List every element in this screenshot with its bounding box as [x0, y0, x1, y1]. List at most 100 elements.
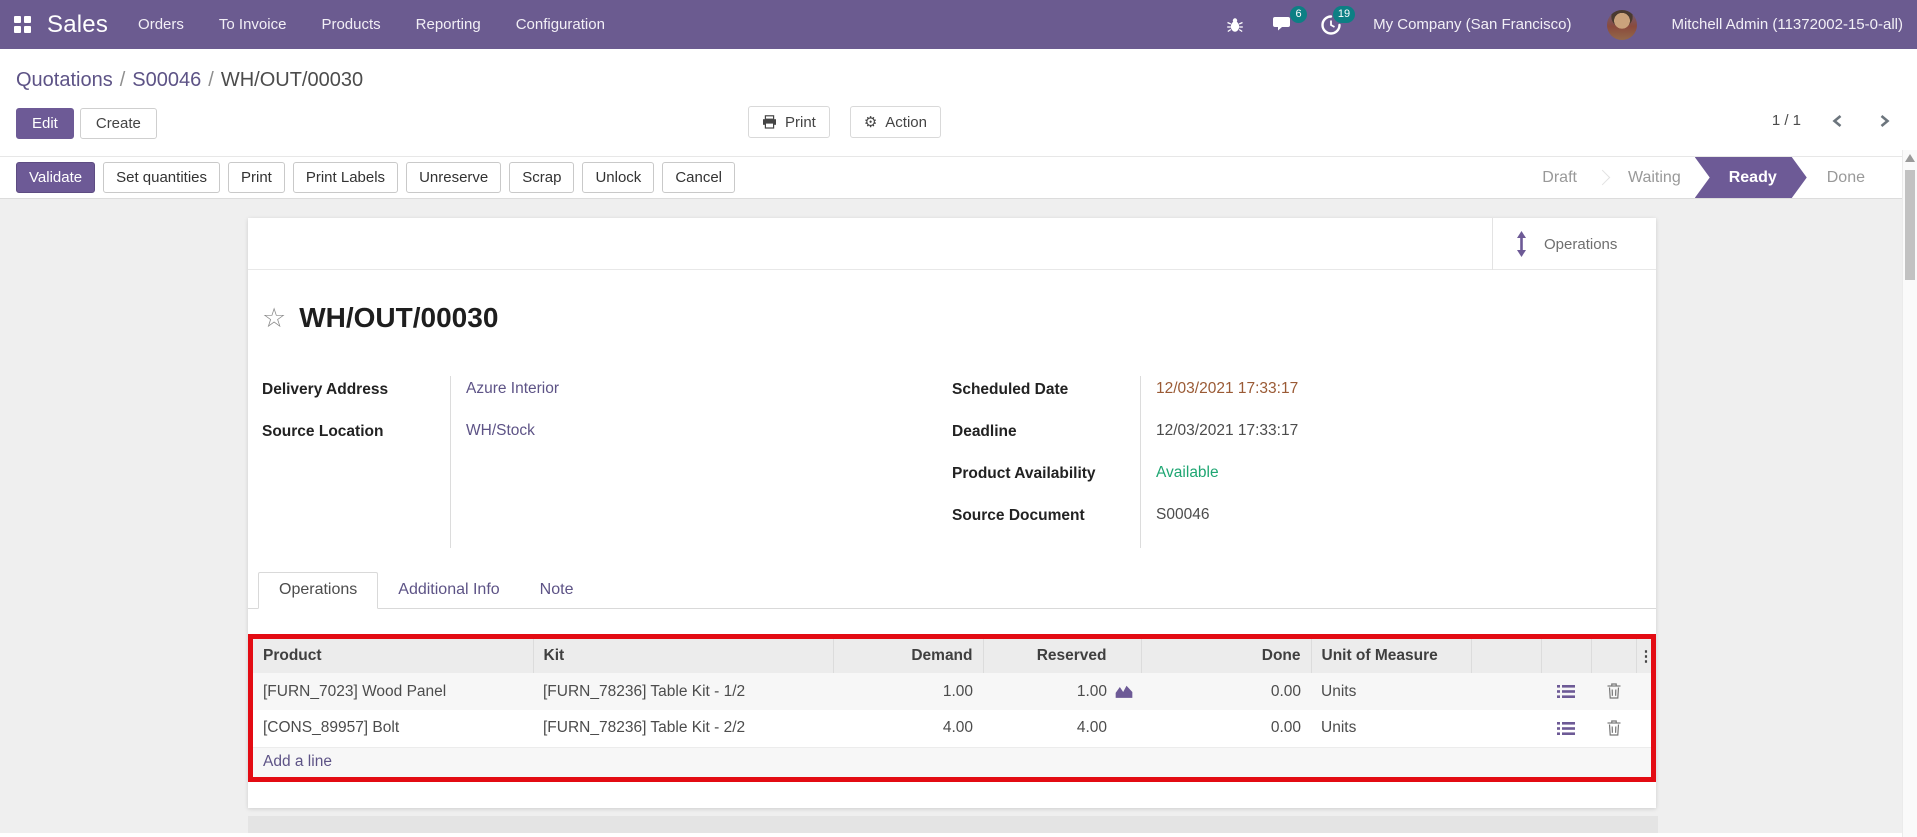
deadline-label: Deadline [952, 423, 1017, 440]
set-quantities-button[interactable]: Set quantities [103, 162, 220, 193]
cell-uom: Units [1321, 719, 1357, 737]
header-spacer [1541, 639, 1592, 673]
cell-kit: [FURN_78236] Table Kit - 1/2 [543, 682, 746, 700]
status-stage-waiting[interactable]: Waiting [1608, 157, 1701, 198]
forecast-chart-icon[interactable] [1114, 684, 1134, 699]
cell-done: 0.00 [1270, 719, 1301, 737]
cell-uom: Units [1321, 682, 1357, 700]
breadcrumb-s00046[interactable]: S00046 [132, 69, 201, 91]
header-spacer [1471, 639, 1542, 673]
operations-smart-button-label: Operations [1544, 235, 1618, 253]
product-availability-value: Available [1156, 464, 1219, 481]
column-options-kebab-icon[interactable]: ⋮ [1639, 648, 1652, 665]
favorite-star-icon[interactable]: ☆ [262, 304, 286, 332]
print-statusbar-button[interactable]: Print [228, 162, 285, 193]
header-product: Product [253, 639, 534, 673]
company-switcher[interactable]: My Company (San Francisco) [1373, 16, 1571, 33]
highlight-box: Product Kit Demand Reserved Done Unit of… [248, 634, 1656, 782]
activities-clock-icon[interactable]: 19 [1319, 5, 1356, 37]
nav-item-reporting[interactable]: Reporting [416, 16, 481, 33]
delivery-address-value[interactable]: Azure Interior [450, 380, 559, 422]
status-stage-ready[interactable]: Ready [1695, 157, 1807, 198]
top-navbar: Sales Orders To Invoice Products Reporti… [0, 0, 1917, 49]
pager-next-icon[interactable] [1878, 113, 1891, 129]
user-menu[interactable]: Mitchell Admin (11372002-15-0-all) [1671, 16, 1903, 33]
cell-product: [FURN_7023] Wood Panel [263, 682, 447, 700]
header-reserved: Reserved [983, 639, 1142, 673]
app-brand[interactable]: Sales [47, 11, 108, 39]
form-sheet: Operations ☆ WH/OUT/00030 Delivery Addre… [248, 218, 1656, 808]
printer-icon [762, 115, 777, 129]
product-availability-label: Product Availability [952, 465, 1096, 482]
table-header-row: Product Kit Demand Reserved Done Unit of… [253, 639, 1651, 673]
source-location-label: Source Location [262, 423, 384, 440]
field-group-right: Scheduled Date 12/03/2021 17:33:17 Deadl… [952, 376, 1640, 548]
button-box: Operations [248, 218, 1656, 270]
validate-button[interactable]: Validate [16, 162, 96, 193]
cell-reserved: 4.00 [1076, 719, 1107, 737]
unlock-button[interactable]: Unlock [582, 162, 655, 193]
vertical-scrollbar[interactable] [1902, 150, 1917, 837]
source-location-value[interactable]: WH/Stock [450, 422, 535, 464]
breadcrumb-separator: / [208, 69, 214, 91]
messages-icon[interactable]: 6 [1271, 5, 1308, 37]
operations-smart-button[interactable]: Operations [1492, 218, 1656, 270]
nav-item-configuration[interactable]: Configuration [516, 16, 605, 33]
page-title: WH/OUT/00030 [299, 302, 499, 333]
header-uom: Unit of Measure [1311, 639, 1472, 673]
cell-done: 0.00 [1270, 682, 1301, 700]
table-row[interactable]: [CONS_89957] Bolt [FURN_78236] Table Kit… [253, 710, 1651, 747]
add-line-row: Add a line [253, 746, 1651, 777]
header-kit: Kit [533, 639, 834, 673]
breadcrumb-separator: / [119, 69, 126, 91]
next-section-divider [248, 816, 1658, 833]
edit-button[interactable]: Edit [16, 107, 74, 139]
delivery-address-label: Delivery Address [262, 381, 389, 398]
breadcrumb: Quotations / S00046 / WH/OUT/00030 [0, 49, 1917, 98]
statusbar: Validate Set quantities Print Print Labe… [0, 156, 1917, 199]
delete-trash-icon[interactable] [1607, 683, 1621, 700]
table-row[interactable]: [FURN_7023] Wood Panel [FURN_78236] Tabl… [253, 673, 1651, 710]
scrap-button[interactable]: Scrap [509, 162, 575, 193]
delete-trash-icon[interactable] [1607, 720, 1621, 736]
source-document-label: Source Document [952, 507, 1085, 524]
header-done: Done [1141, 639, 1312, 673]
operations-table: Product Kit Demand Reserved Done Unit of… [253, 639, 1651, 777]
debug-bug-icon[interactable] [1223, 13, 1247, 37]
pager-previous-icon[interactable] [1831, 113, 1844, 129]
create-button[interactable]: Create [79, 107, 157, 139]
scrollbar-thumb[interactable] [1905, 170, 1915, 280]
cell-product: [CONS_89957] Bolt [263, 719, 400, 737]
form-toolbar: Edit Create Print ⚙ Action 1 / 1 [0, 98, 1917, 156]
print-button[interactable]: Print [748, 106, 830, 138]
breadcrumb-quotations[interactable]: Quotations [16, 69, 113, 91]
apps-menu-icon[interactable] [14, 16, 31, 33]
nav-item-orders[interactable]: Orders [138, 16, 184, 33]
tab-operations[interactable]: Operations [258, 572, 379, 609]
breadcrumb-current: WH/OUT/00030 [220, 69, 364, 91]
tab-additional-info[interactable]: Additional Info [378, 573, 519, 608]
user-avatar[interactable] [1607, 9, 1638, 40]
unreserve-button[interactable]: Unreserve [406, 162, 502, 193]
scheduled-date-label: Scheduled Date [952, 381, 1069, 398]
notebook-tabs: Operations Additional Info Note [248, 572, 1656, 609]
print-labels-button[interactable]: Print Labels [292, 162, 399, 193]
field-group-left: Delivery Address Azure Interior Source L… [262, 376, 952, 548]
add-a-line-link[interactable]: Add a line [263, 753, 332, 770]
nav-item-products[interactable]: Products [321, 16, 380, 33]
cancel-button[interactable]: Cancel [662, 162, 736, 193]
status-stage-draft[interactable]: Draft [1522, 157, 1597, 198]
tab-note[interactable]: Note [520, 573, 594, 608]
scrollbar-up-arrow-icon[interactable] [1905, 154, 1915, 162]
status-pipeline: Draft Waiting Ready Done [1522, 157, 1885, 198]
header-spacer [1591, 639, 1637, 673]
scheduled-date-value: 12/03/2021 17:33:17 [1156, 380, 1299, 397]
detailed-operations-list-icon[interactable] [1557, 721, 1575, 736]
cell-kit: [FURN_78236] Table Kit - 2/2 [543, 719, 746, 737]
nav-item-to-invoice[interactable]: To Invoice [219, 16, 287, 33]
action-button[interactable]: ⚙ Action [849, 106, 941, 138]
cell-demand: 4.00 [942, 719, 973, 737]
detailed-operations-list-icon[interactable] [1557, 684, 1575, 699]
status-stage-done[interactable]: Done [1807, 157, 1885, 198]
action-button-label: Action [885, 113, 927, 131]
